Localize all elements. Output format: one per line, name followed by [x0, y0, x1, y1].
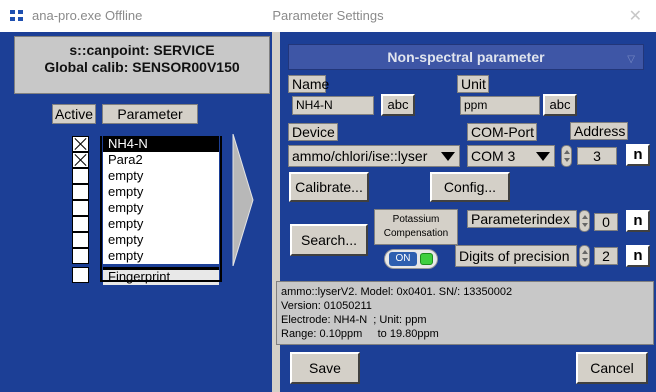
parameter-row[interactable]: empty: [72, 168, 220, 184]
parameterindex-field[interactable]: 0: [594, 213, 618, 231]
parameter-row[interactable]: NH4-N: [72, 136, 220, 152]
info-line: Range: 0.10ppm to 19.80ppm: [281, 328, 439, 340]
cancel-button[interactable]: Cancel: [576, 352, 648, 384]
service-label: s::canpoint: SERVICE: [69, 42, 215, 58]
parameter-row[interactable]: empty: [72, 216, 220, 232]
device-value: ammo/chlori/ise::lyser: [292, 148, 428, 164]
parameterindex-label: Parameterindex: [467, 210, 577, 228]
led-indicator-icon: [420, 253, 433, 265]
name-label: Name: [288, 75, 329, 93]
parameter-label[interactable]: Fingerprint: [103, 267, 219, 285]
info-line: Version: 01050211: [281, 300, 372, 312]
parameter-row[interactable]: Para2: [72, 152, 220, 168]
digits-spinner-icon[interactable]: [579, 245, 590, 267]
title-bar: ana-pro.exe Offline Parameter Settings ✕: [0, 0, 656, 32]
parameter-label[interactable]: empty: [103, 168, 219, 184]
panel-title-text: Non-spectral parameter: [387, 49, 545, 65]
address-n-button[interactable]: n: [626, 144, 650, 166]
parameter-row[interactable]: empty: [72, 184, 220, 200]
unit-label: Unit: [457, 75, 489, 93]
device-info-box: ammo::lyserV2. Model: 0x0401. SN/: 13350…: [276, 281, 654, 345]
dropdown-arrow-icon: [536, 152, 550, 161]
device-select[interactable]: ammo/chlori/ise::lyser: [288, 145, 460, 167]
digits-field[interactable]: 2: [594, 247, 618, 265]
info-line: Electrode: NH4-N ; Unit: ppm: [281, 314, 427, 326]
parameterindex-n-button[interactable]: n: [626, 210, 650, 232]
parameter-settings-window: s::canpoint: SERVICE Global calib: SENSO…: [0, 32, 656, 392]
com-port-select[interactable]: COM 3: [467, 145, 555, 167]
parameter-column-header: Parameter: [102, 104, 198, 124]
active-checkbox[interactable]: [72, 216, 89, 232]
address-field[interactable]: 3: [577, 147, 617, 165]
parameter-label[interactable]: empty: [103, 200, 219, 216]
active-checkbox[interactable]: [72, 200, 89, 216]
calibrate-button[interactable]: Calibrate...: [289, 172, 369, 202]
active-checkbox[interactable]: [72, 267, 89, 283]
name-field[interactable]: NH4-N: [292, 96, 374, 115]
active-checkbox[interactable]: [72, 232, 89, 248]
address-label: Address: [570, 122, 628, 140]
save-button[interactable]: Save: [290, 352, 360, 384]
active-checkbox[interactable]: [72, 152, 89, 168]
parameter-label[interactable]: Para2: [103, 152, 219, 168]
com-port-value: COM 3: [471, 148, 516, 164]
potassium-compensation-label: Potassium Compensation: [374, 209, 458, 245]
toggle-on-label: ON: [389, 252, 417, 266]
unit-abc-button[interactable]: abc: [543, 94, 577, 116]
parameter-label[interactable]: empty: [103, 184, 219, 200]
close-icon[interactable]: ✕: [629, 6, 642, 26]
search-button[interactable]: Search...: [290, 224, 368, 256]
collapse-icon[interactable]: ▽: [627, 48, 635, 72]
parameter-label[interactable]: empty: [103, 216, 219, 232]
com-port-label: COM-Port: [467, 123, 537, 141]
potassium-compensation-toggle[interactable]: ON: [384, 249, 438, 269]
window-title: Parameter Settings: [272, 8, 384, 23]
parameter-label[interactable]: empty: [103, 232, 219, 248]
parameterindex-spinner-icon[interactable]: [579, 210, 590, 232]
device-header: s::canpoint: SERVICE Global calib: SENSO…: [14, 36, 270, 94]
active-checkbox[interactable]: [72, 184, 89, 200]
address-spinner-icon[interactable]: [561, 145, 572, 167]
comp-line-2: Compensation: [383, 228, 449, 239]
active-checkbox[interactable]: [72, 168, 89, 184]
active-checkbox[interactable]: [72, 136, 89, 152]
parameter-row[interactable]: empty: [72, 200, 220, 216]
panel-title[interactable]: Non-spectral parameter ▽: [288, 44, 644, 70]
info-line: ammo::lyserV2. Model: 0x0401. SN/: 13350…: [281, 286, 513, 298]
digits-n-button[interactable]: n: [626, 245, 650, 267]
parameter-rows: NH4-N Para2 empty empty empty empty empty empty…: [72, 136, 220, 306]
config-button[interactable]: Config...: [430, 172, 510, 202]
parameter-row[interactable]: Fingerprint: [72, 267, 220, 285]
comp-line-1: Potassium: [392, 214, 440, 225]
digits-precision-label: Digits of precision: [455, 245, 577, 267]
right-arrow-icon: [232, 134, 254, 266]
calib-label: Global calib: SENSOR00V150: [44, 59, 240, 75]
active-checkbox[interactable]: [72, 248, 89, 264]
name-abc-button[interactable]: abc: [381, 94, 415, 116]
device-label: Device: [288, 123, 338, 141]
dropdown-arrow-icon: [441, 152, 455, 161]
active-column-header: Active: [52, 104, 96, 124]
parameter-label[interactable]: NH4-N: [103, 136, 219, 152]
parameter-row[interactable]: empty: [72, 248, 220, 264]
parameter-row[interactable]: empty: [72, 232, 220, 248]
parameter-label[interactable]: empty: [103, 248, 219, 264]
unit-field[interactable]: ppm: [460, 96, 540, 115]
